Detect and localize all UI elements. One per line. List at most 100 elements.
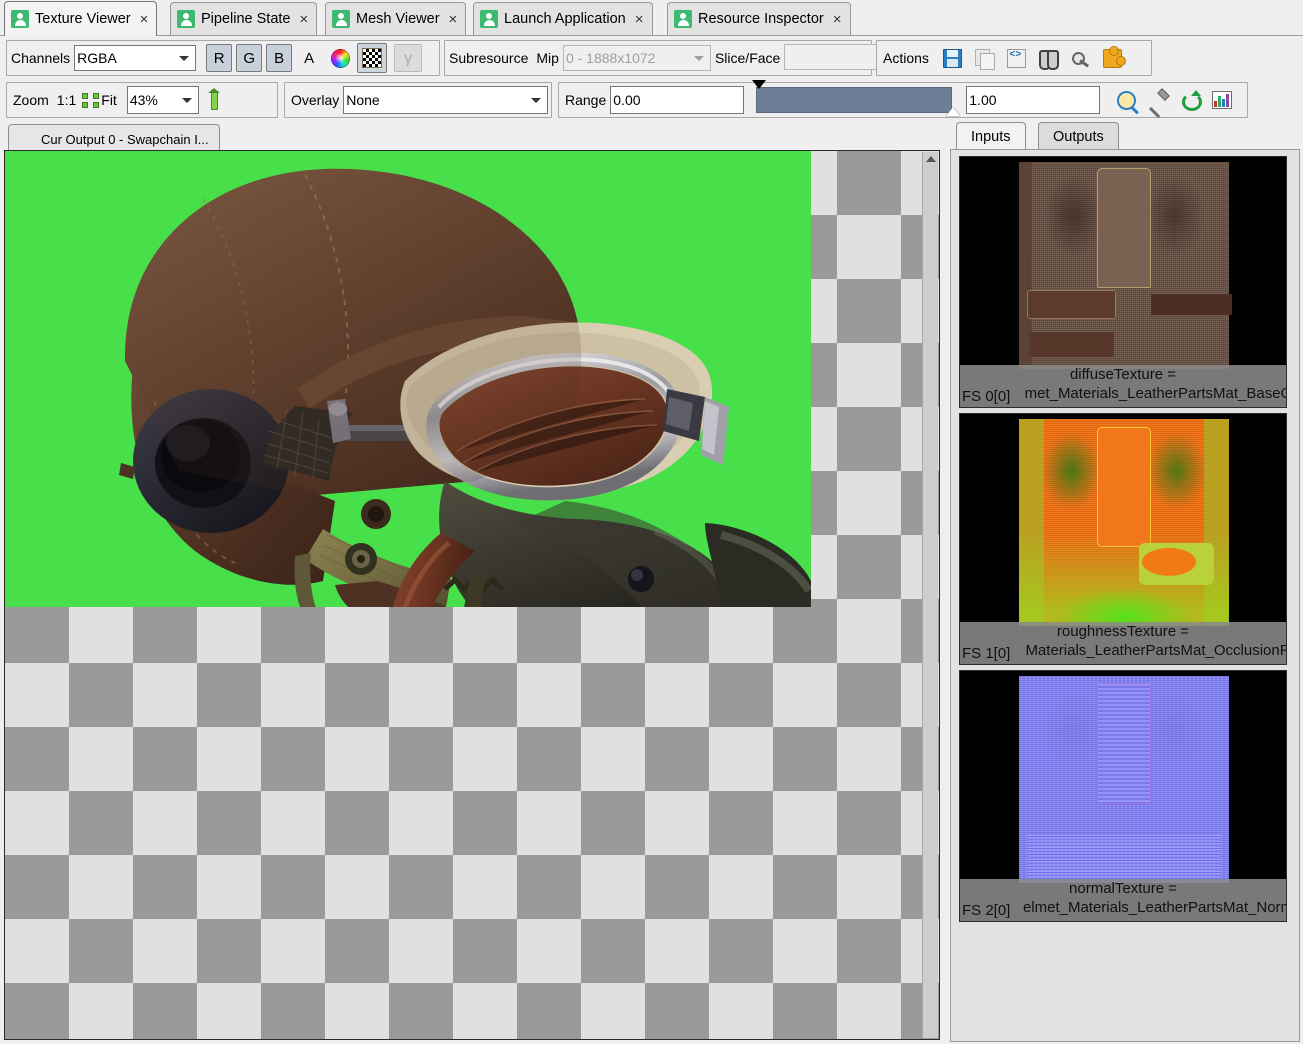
overlay-group: Overlay None	[284, 82, 552, 118]
close-icon[interactable]: ×	[635, 12, 644, 27]
channel-button-b[interactable]: B	[266, 44, 293, 72]
reset-range-icon[interactable]	[1175, 85, 1205, 115]
tab-inputs[interactable]: Inputs	[956, 122, 1026, 150]
tab-mesh-viewer[interactable]: Mesh Viewer ×	[325, 2, 467, 35]
actions-group: Actions	[876, 40, 1152, 76]
close-icon[interactable]: ×	[140, 12, 149, 27]
thumbnail-caption: FS 0[0] diffuseTexture = met_Materials_L…	[960, 365, 1286, 407]
channels-select-wrap[interactable]: RGBA	[74, 45, 197, 71]
zoom-group: Zoom 1:1 Fit 43%	[6, 82, 278, 118]
channels-group: Channels RGBA R G B A γ	[6, 40, 440, 76]
fit-icon	[82, 92, 100, 108]
subresource-label: Subresource	[449, 50, 529, 66]
range-slider-bar[interactable]	[756, 87, 953, 113]
thumbnail-diffuse-texture[interactable]: FS 0[0] diffuseTexture = met_Materials_L…	[959, 156, 1287, 408]
toolbar-row-zoom: Zoom 1:1 Fit 43% Overlay None Range 0.00	[0, 80, 1303, 120]
close-icon[interactable]: ×	[449, 12, 458, 27]
close-icon[interactable]: ×	[833, 12, 842, 27]
overlay-select-wrap[interactable]: None	[343, 86, 549, 114]
zoom-level-select[interactable]: 43%	[126, 86, 199, 114]
render-target-clear-area	[5, 151, 811, 607]
checkerboard-icon[interactable]	[357, 43, 388, 73]
texture-subtab-label: Cur Output 0 - Swapchain I...	[41, 132, 209, 147]
zoom-level-select-wrap[interactable]: 43%	[126, 86, 199, 114]
mip-label: Mip	[536, 50, 559, 66]
subresource-group: Subresource Mip 0 - 1888x1072 Slice/Face	[444, 40, 905, 76]
toolbar-row-channels: Channels RGBA R G B A γ Subresource Mip …	[0, 38, 1303, 78]
tab-launch-application[interactable]: Launch Application ×	[473, 2, 653, 35]
resource-thumbnails-panel: Inputs Outputs FS 0[0] diffuseTexture = …	[950, 122, 1300, 1042]
person-icon	[16, 131, 34, 149]
histogram-icon[interactable]	[1207, 85, 1237, 115]
person-icon	[11, 10, 29, 28]
zoom-fit-button[interactable]: Fit	[101, 92, 121, 108]
thumbnail-caption: FS 1[0] roughnessTexture = Materials_Lea…	[960, 622, 1286, 664]
range-white-handle[interactable]	[946, 107, 961, 116]
range-group: Range 0.00 1.00	[558, 80, 1248, 118]
tab-label: Texture Viewer	[35, 11, 131, 27]
texture-viewport[interactable]	[4, 150, 940, 1040]
main-tab-bar: Texture Viewer × Pipeline State × Mesh V…	[0, 0, 1303, 36]
renderdoc-window: Texture Viewer × Pipeline State × Mesh V…	[0, 0, 1303, 1044]
rendered-helmet-image	[119, 168, 811, 607]
save-icon[interactable]	[938, 43, 968, 73]
tab-pipeline-state[interactable]: Pipeline State ×	[170, 2, 318, 35]
open-shader-icon[interactable]	[1002, 43, 1032, 73]
tab-label: Launch Application	[504, 11, 626, 27]
range-max-input[interactable]: 1.00	[966, 86, 1101, 114]
thumbnail-normal-texture[interactable]: FS 2[0] normalTexture = elmet_Materials_…	[959, 670, 1287, 922]
range-slider[interactable]	[752, 80, 961, 117]
channels-select[interactable]: RGBA	[74, 45, 197, 71]
thumbnail-binding-name: roughnessTexture =	[1056, 623, 1190, 640]
viewport-vertical-scrollbar[interactable]	[922, 152, 938, 1038]
tab-outputs[interactable]: Outputs	[1038, 122, 1119, 150]
tab-resource-inspector[interactable]: Resource Inspector ×	[667, 2, 851, 35]
person-icon	[332, 10, 350, 28]
range-min-input[interactable]: 0.00	[610, 86, 745, 114]
person-icon	[480, 10, 498, 28]
copy-icon[interactable]	[970, 43, 1000, 73]
channel-button-a[interactable]: A	[296, 44, 322, 72]
tab-label: Mesh Viewer	[356, 11, 440, 27]
gamma-button[interactable]: γ	[394, 44, 423, 72]
mip-select[interactable]: 0 - 1888x1072	[562, 45, 711, 71]
roughness-texture-preview	[1019, 419, 1229, 626]
close-icon[interactable]: ×	[299, 12, 308, 27]
color-wheel-icon[interactable]	[325, 43, 355, 73]
normal-texture-preview	[1019, 676, 1229, 883]
mip-select-wrap[interactable]: 0 - 1888x1072	[562, 45, 711, 71]
plugin-icon[interactable]	[1098, 43, 1128, 73]
thumbnail-binding-name: normalTexture =	[1069, 880, 1177, 897]
overlay-label: Overlay	[291, 92, 340, 108]
thumbnail-resource-name: Materials_LeatherPartsMat_OcclusionR	[1025, 642, 1286, 659]
thumbnail-caption: FS 2[0] normalTexture = elmet_Materials_…	[960, 879, 1286, 921]
tab-label: Resource Inspector	[698, 11, 824, 27]
find-icon[interactable]	[1034, 43, 1064, 73]
diffuse-texture-preview	[1019, 162, 1229, 369]
overlay-select[interactable]: None	[343, 86, 549, 114]
tab-texture-viewer[interactable]: Texture Viewer ×	[4, 1, 158, 36]
picker-icon[interactable]	[1143, 85, 1173, 115]
tab-label: Pipeline State	[201, 11, 291, 27]
channel-button-r[interactable]: R	[206, 44, 233, 72]
flip-y-icon[interactable]	[207, 88, 221, 111]
io-tab-bar: Inputs Outputs	[950, 122, 1300, 150]
thumbnail-resource-name: elmet_Materials_LeatherPartsMat_Norm	[1022, 899, 1286, 916]
scroll-up-arrow-icon[interactable]	[926, 156, 936, 162]
person-icon	[177, 10, 195, 28]
slice-face-label: Slice/Face	[714, 50, 781, 66]
person-icon	[674, 10, 692, 28]
thumbnail-roughness-texture[interactable]: FS 1[0] roughnessTexture = Materials_Lea…	[959, 413, 1287, 665]
actions-label: Actions	[883, 50, 929, 66]
autofit-range-icon[interactable]	[1111, 85, 1141, 115]
thumbnail-binding-name: diffuseTexture =	[1069, 366, 1177, 383]
pin-icon[interactable]	[1066, 43, 1096, 73]
channels-label: Channels	[11, 50, 71, 66]
thumbnail-list: FS 0[0] diffuseTexture = met_Materials_L…	[950, 149, 1300, 1042]
thumbnail-resource-name: met_Materials_LeatherPartsMat_BaseC	[1024, 385, 1286, 402]
zoom-1to1-button[interactable]: 1:1	[53, 92, 80, 108]
channel-button-g[interactable]: G	[236, 44, 263, 72]
range-black-handle[interactable]	[752, 80, 767, 89]
tab-outputs-label: Outputs	[1053, 128, 1104, 145]
range-label: Range	[565, 92, 607, 108]
